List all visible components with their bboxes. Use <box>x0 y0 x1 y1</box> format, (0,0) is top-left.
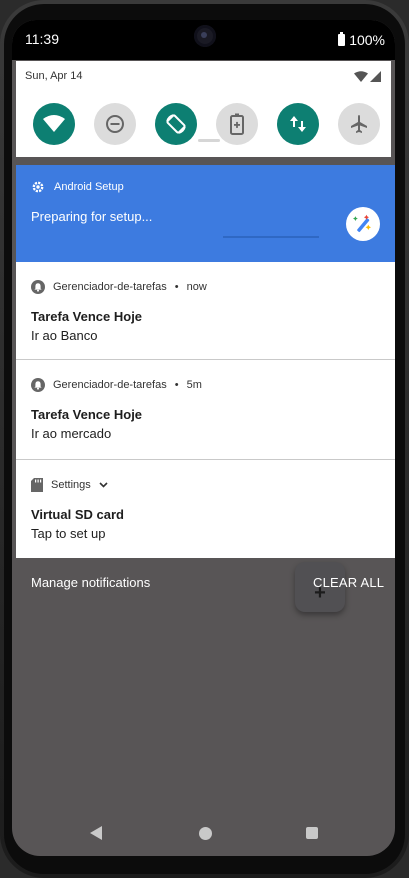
notification-title: Tarefa Vence Hoje <box>31 407 143 422</box>
notification-separator: • <box>174 379 179 391</box>
notification-app-name: Settings <box>51 479 91 491</box>
qs-signal-indicators <box>354 71 381 82</box>
notification-android-setup[interactable]: Android Setup Preparing for setup... <box>16 165 395 262</box>
front-camera <box>194 25 216 47</box>
screen: 11:39 100% Sun, Apr 14 Android Setup Pre… <box>12 20 395 856</box>
battery-icon <box>338 32 346 46</box>
gear-icon <box>32 181 44 193</box>
sd-card-icon <box>31 478 43 492</box>
notification-header: Settings <box>31 478 108 492</box>
notification-settings-sd-card[interactable]: Settings Virtual SD card Tap to set up <box>16 460 395 558</box>
notification-header: Gerenciador-de-tarefas • 5m <box>31 378 202 392</box>
auto-rotate-icon <box>166 114 186 134</box>
tile-mobile-data[interactable] <box>277 103 319 145</box>
setup-wizard-icon <box>346 207 380 241</box>
cell-signal-icon <box>370 71 381 82</box>
notification-title: Tarefa Vence Hoje <box>31 309 143 324</box>
tile-do-not-disturb[interactable] <box>94 103 136 145</box>
back-icon[interactable] <box>90 826 102 840</box>
notification-app-name: Gerenciador-de-tarefas <box>53 379 167 391</box>
bell-icon <box>31 280 45 294</box>
notification-text: Ir ao mercado <box>31 426 112 441</box>
manage-notifications-button[interactable]: Manage notifications <box>31 575 150 590</box>
notification-text: Ir ao Banco <box>31 328 98 343</box>
notification-time: now <box>186 281 207 293</box>
do-not-disturb-icon <box>106 115 124 133</box>
notification-task-1[interactable]: Gerenciador-de-tarefas • now Tarefa Venc… <box>16 262 395 360</box>
setup-message: Preparing for setup... <box>31 209 153 224</box>
notification-separator: • <box>174 281 179 293</box>
notification-app-name: Gerenciador-de-tarefas <box>53 281 167 293</box>
battery-percent: 100% <box>349 32 385 48</box>
notification-title: Virtual SD card <box>31 507 124 522</box>
status-bar: 11:39 100% <box>12 20 395 60</box>
battery-indicator: 100% <box>338 32 385 48</box>
navigation-bar <box>12 810 395 856</box>
airplane-mode-icon <box>351 115 367 133</box>
magic-wand-icon <box>353 214 371 233</box>
setup-app-name: Android Setup <box>54 181 124 193</box>
tile-auto-rotate[interactable] <box>155 103 197 145</box>
recent-apps-icon[interactable] <box>306 827 318 839</box>
home-icon[interactable] <box>199 827 212 840</box>
notification-header: Gerenciador-de-tarefas • now <box>31 280 207 294</box>
clear-all-button[interactable]: CLEAR ALL <box>313 575 384 590</box>
wifi-icon <box>43 115 65 132</box>
setup-progress-bar <box>223 236 319 238</box>
notification-task-2[interactable]: Gerenciador-de-tarefas • 5m Tarefa Vence… <box>16 360 395 460</box>
tile-airplane-mode[interactable] <box>338 103 380 145</box>
tile-battery-saver[interactable] <box>216 103 258 145</box>
notification-time: 5m <box>186 379 202 391</box>
mobile-data-icon <box>290 116 306 132</box>
quick-settings-panel: Sun, Apr 14 <box>16 61 391 157</box>
qs-date: Sun, Apr 14 <box>25 70 83 82</box>
qs-drag-handle[interactable] <box>198 139 220 142</box>
chevron-down-icon[interactable] <box>99 482 108 488</box>
notification-text: Tap to set up <box>31 526 106 541</box>
tile-wifi[interactable] <box>33 103 75 145</box>
wifi-status-icon <box>354 71 368 82</box>
status-time: 11:39 <box>25 31 59 47</box>
bell-icon <box>31 378 45 392</box>
battery-saver-icon <box>230 113 244 135</box>
